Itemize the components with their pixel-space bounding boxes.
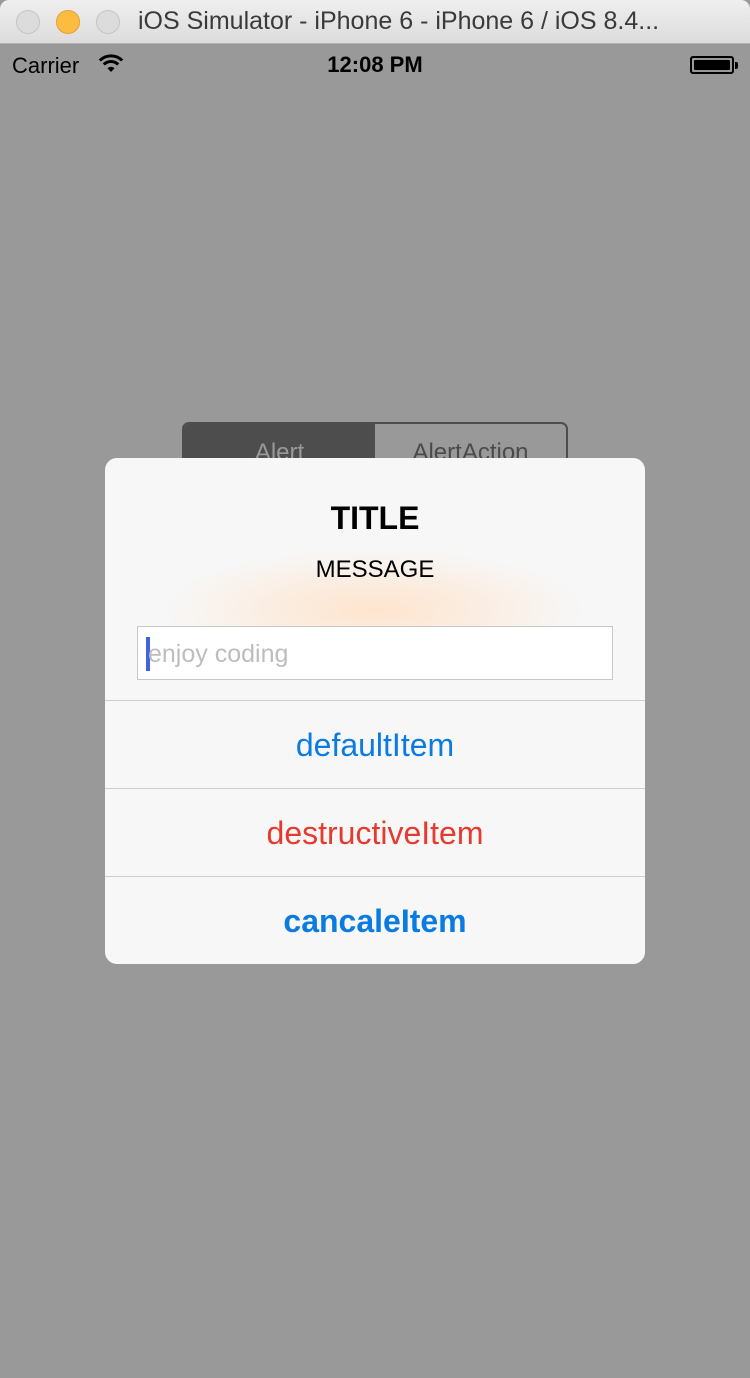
ios-status-bar: Carrier 12:08 PM (0, 44, 750, 84)
status-time: 12:08 PM (327, 52, 423, 77)
simulator-title-bar: iOS Simulator - iPhone 6 - iPhone 6 / iO… (0, 0, 750, 44)
destructive-item-button[interactable]: destructiveItem (105, 789, 645, 876)
alert-text-field[interactable]: enjoy coding (137, 626, 613, 680)
text-field-placeholder: enjoy coding (148, 640, 289, 668)
close-window-button[interactable] (16, 10, 40, 34)
alert-title: TITLE (330, 500, 420, 536)
cancel-item-button[interactable]: cancaleItem (105, 877, 645, 964)
zoom-window-button[interactable] (96, 10, 120, 34)
default-item-button[interactable]: defaultItem (105, 701, 645, 788)
battery-icon (690, 56, 738, 74)
alert-message: MESSAGE (315, 556, 435, 583)
window-title: iOS Simulator - iPhone 6 - iPhone 6 / iO… (138, 7, 660, 35)
minimize-window-button[interactable] (56, 10, 80, 34)
alert-dialog: TITLE MESSAGE enjoy coding defaultItem d… (105, 458, 645, 964)
